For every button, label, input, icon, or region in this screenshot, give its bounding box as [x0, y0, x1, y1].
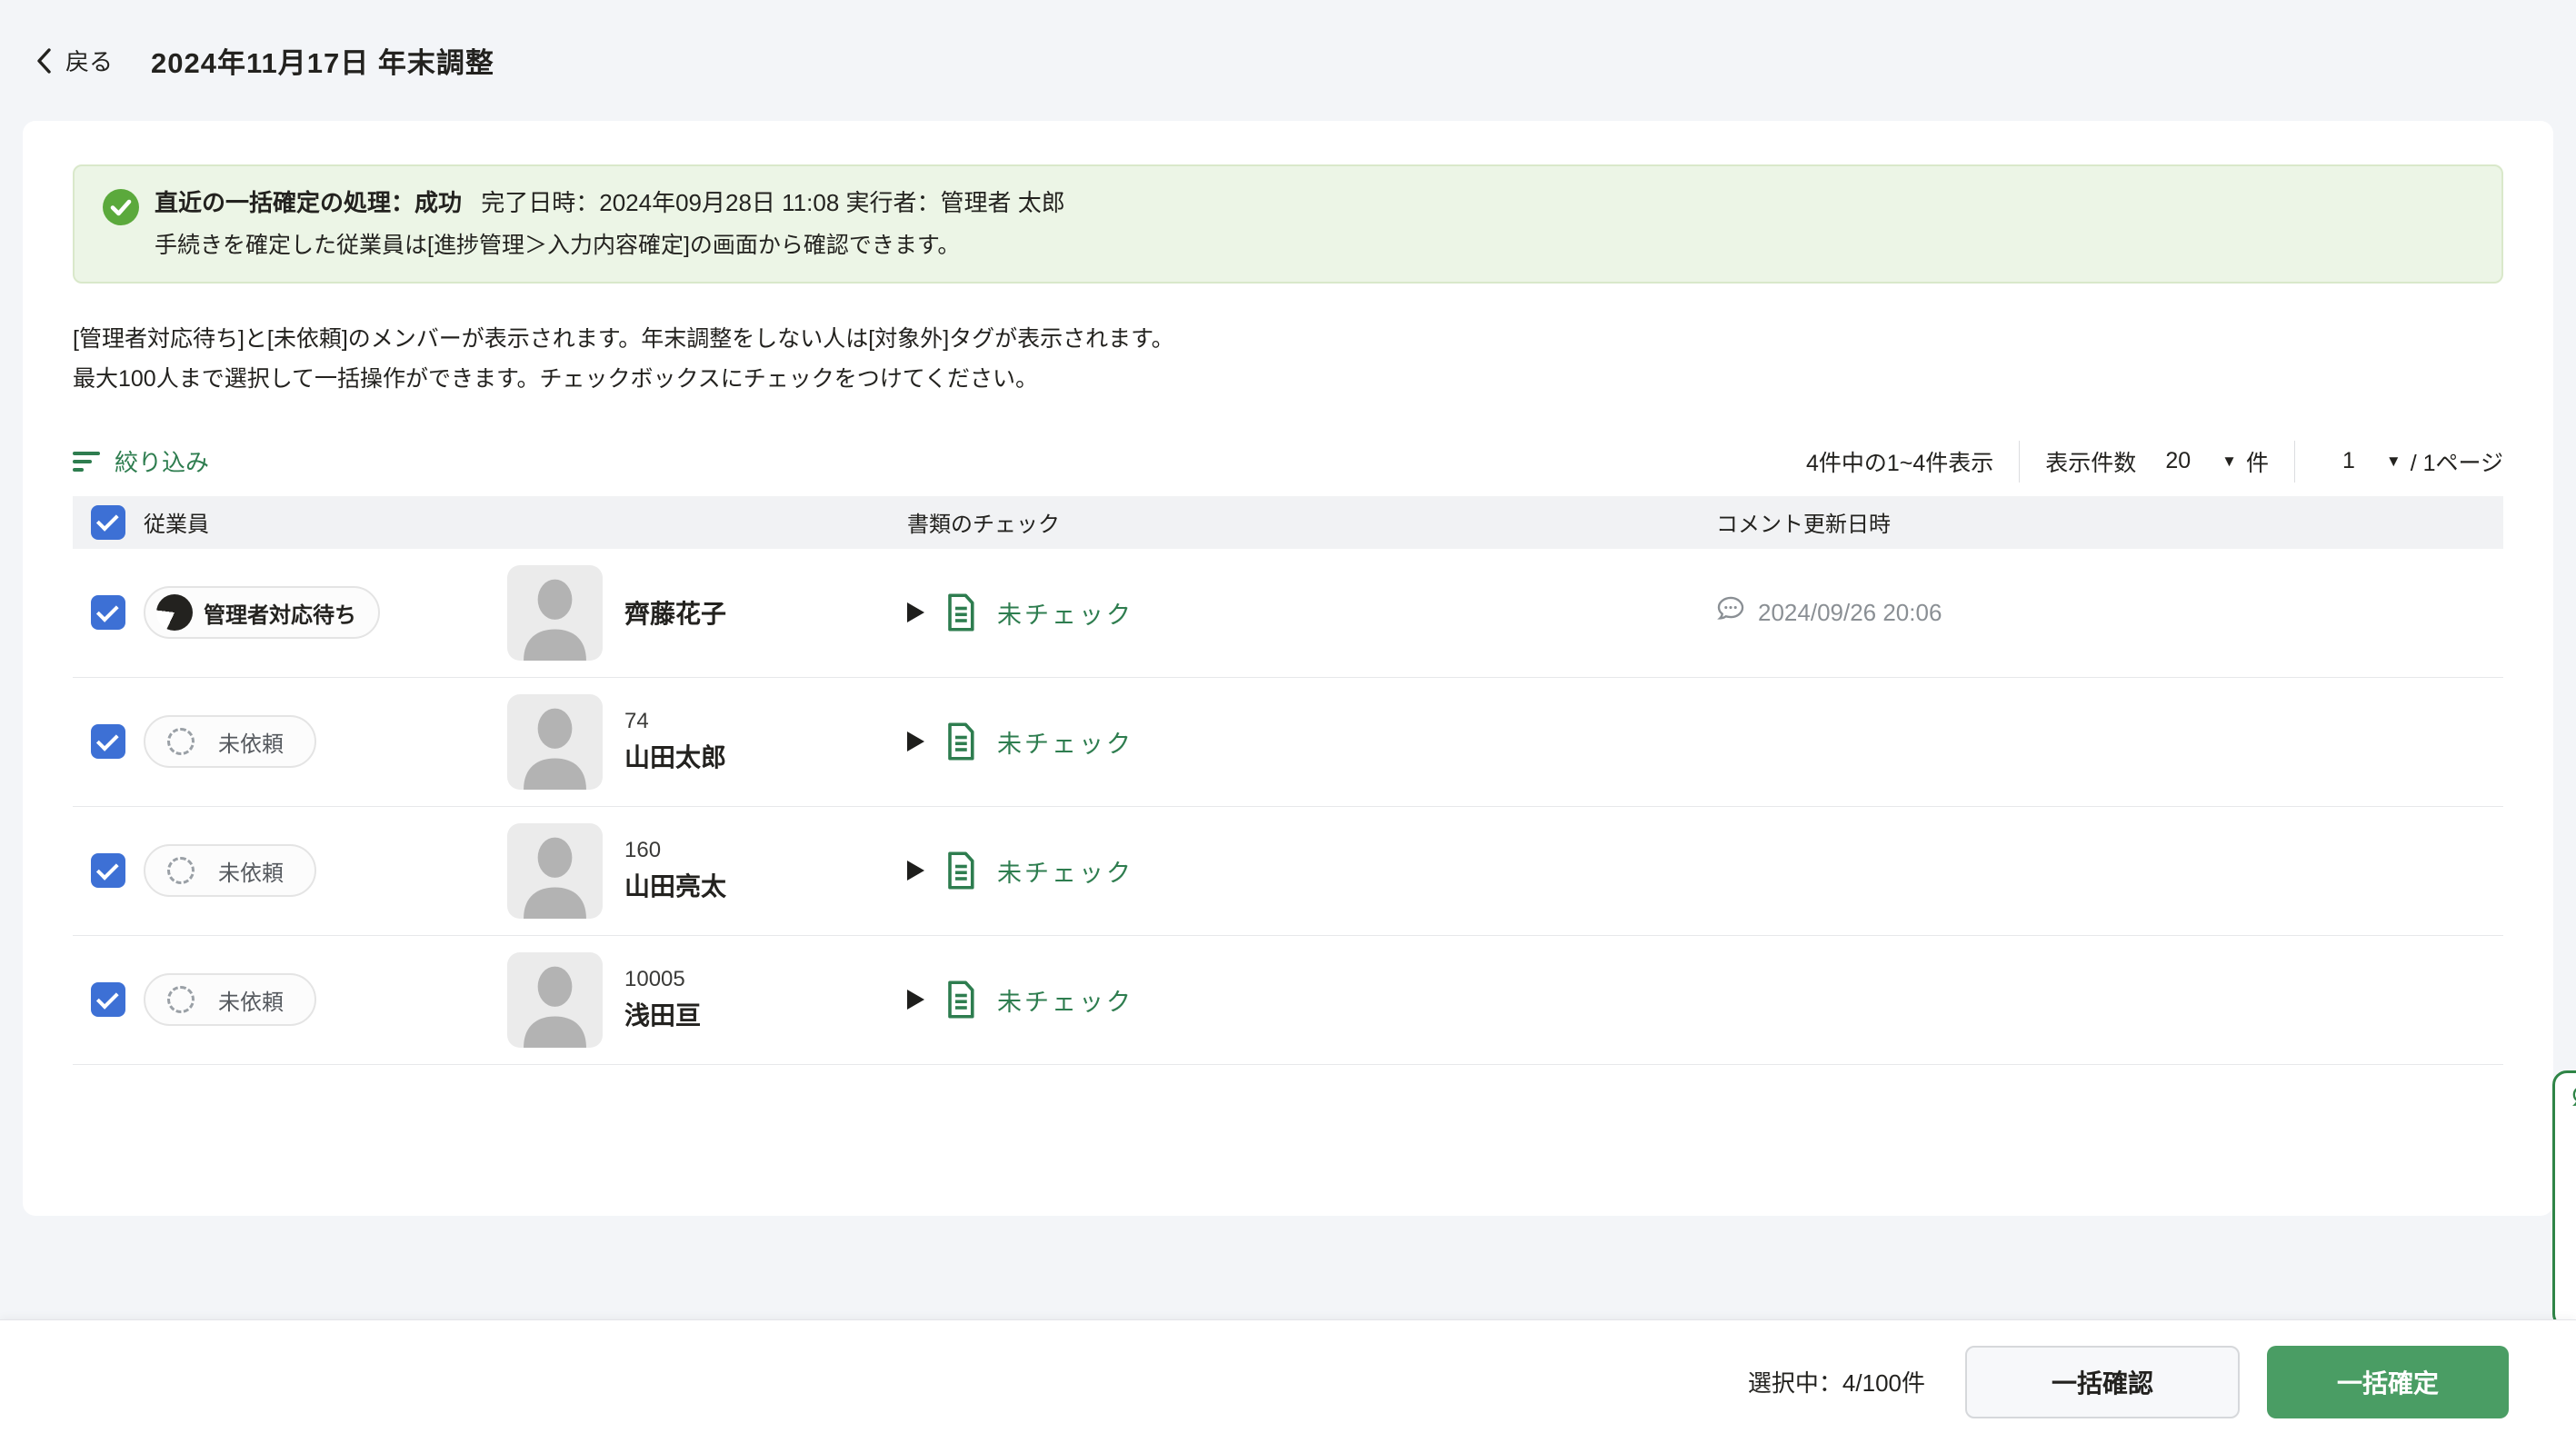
- notice-detail: 完了日時：2024年09月28日 11:08 実行者：管理者 太郎: [481, 189, 1065, 216]
- expand-arrow-icon[interactable]: [907, 861, 924, 881]
- status-tag: 管理者対応待ち: [144, 586, 380, 639]
- status-icon: [156, 594, 193, 631]
- employee-name: 齊藤花子: [624, 594, 726, 631]
- range-text: 4件中の1~4件表示: [1806, 445, 1993, 478]
- employee-number: 74: [624, 709, 726, 734]
- notice-line1: 直近の一括確定の処理：成功 完了日時：2024年09月28日 11:08 実行者…: [155, 186, 1065, 219]
- employee-name: 山田太郎: [624, 738, 726, 774]
- document-icon: [944, 593, 977, 632]
- avatar: [507, 823, 603, 919]
- description-line2: 最大100人まで選択して一括操作ができます。チェックボックスにチェックをつけてく…: [73, 360, 2503, 400]
- doc-status-link[interactable]: 未チェック: [997, 853, 1133, 889]
- bulk-finalize-button[interactable]: 一括確定: [2267, 1346, 2509, 1418]
- page-size-label: 表示件数: [2045, 445, 2136, 478]
- employee-number: 160: [624, 838, 726, 863]
- status-tag: 未依頼: [144, 973, 316, 1026]
- page-total: / 1ページ: [2411, 445, 2503, 478]
- doc-status-link[interactable]: 未チェック: [997, 724, 1133, 760]
- back-button[interactable]: 戻る: [35, 44, 113, 77]
- column-documents: 書類のチェック: [871, 506, 1662, 538]
- employee-table: 従業員 書類のチェック コメント更新日時 管理者対応待ち: [73, 496, 2503, 1065]
- notice-body: 手続きを確定した従業員は[進捗管理＞入力内容確定]の画面から確認できます。: [155, 230, 1065, 262]
- chevron-left-icon: [35, 46, 55, 75]
- status-label: 管理者対応待ち: [204, 597, 356, 629]
- chevron-down-icon: ▼: [2222, 453, 2237, 471]
- row-checkbox[interactable]: [91, 595, 125, 630]
- status-label: 未依頼: [218, 984, 284, 1016]
- back-label: 戻る: [65, 44, 113, 77]
- success-check-icon: [102, 188, 140, 233]
- status-icon: [167, 728, 195, 755]
- list-toolbar: 絞り込み 4件中の1~4件表示 表示件数 20 ▼ 件 1 ▼ / 1ページ: [73, 438, 2503, 485]
- description-line1: [管理者対応待ち]と[未依頼]のメンバーが表示されます。年末調整をしない人は[対…: [73, 320, 2503, 360]
- page-title: 2024年11月17日 年末調整: [151, 40, 494, 81]
- document-icon: [944, 980, 977, 1019]
- page-value: 1: [2342, 448, 2355, 474]
- avatar: [507, 952, 603, 1048]
- page-size-value: 20: [2165, 448, 2191, 474]
- divider: [2294, 441, 2295, 483]
- status-icon: [167, 986, 195, 1013]
- table-row: 未依頼 160 山田亮太: [73, 807, 2503, 936]
- chat-bubble-icon: [2571, 1084, 2576, 1116]
- page-description: [管理者対応待ち]と[未依頼]のメンバーが表示されます。年末調整をしない人は[対…: [73, 320, 2503, 400]
- document-icon: [944, 722, 977, 761]
- select-all-checkbox[interactable]: [91, 505, 125, 540]
- filter-label: 絞り込み: [115, 444, 209, 478]
- selected-count: 選択中：4/100件: [1748, 1365, 1925, 1398]
- row-checkbox[interactable]: [91, 982, 125, 1017]
- employee-name: 浅田亘: [624, 996, 701, 1032]
- status-tag: 未依頼: [144, 844, 316, 897]
- bulk-confirm-button[interactable]: 一括確認: [1965, 1346, 2240, 1418]
- top-bar: 戻る 2024年11月17日 年末調整: [0, 0, 2576, 121]
- table-body: 管理者対応待ち 齊藤花子: [73, 549, 2503, 1065]
- expand-arrow-icon[interactable]: [907, 731, 924, 751]
- page-select[interactable]: 1 ▼: [2321, 448, 2411, 474]
- main-card: 直近の一括確定の処理：成功 完了日時：2024年09月28日 11:08 実行者…: [23, 121, 2553, 1216]
- status-tag: 未依頼: [144, 715, 316, 768]
- doc-status-link[interactable]: 未チェック: [997, 595, 1133, 631]
- expand-arrow-icon[interactable]: [907, 990, 924, 1010]
- expand-arrow-icon[interactable]: [907, 602, 924, 622]
- comment-icon: [1716, 596, 1745, 630]
- avatar: [507, 565, 603, 661]
- column-comment: コメント更新日時: [1662, 506, 2503, 538]
- filter-icon: [73, 452, 102, 472]
- chevron-down-icon: ▼: [2386, 453, 2401, 471]
- table-header: 従業員 書類のチェック コメント更新日時: [73, 496, 2503, 549]
- bottom-action-bar: 選択中：4/100件 一括確認 一括確定: [0, 1319, 2576, 1443]
- divider: [2019, 441, 2020, 483]
- comment-updated-at: 2024/09/26 20:06: [1758, 599, 1942, 627]
- table-row: 管理者対応待ち 齊藤花子: [73, 549, 2503, 678]
- table-row: 未依頼 74 山田太郎: [73, 678, 2503, 807]
- page-size-unit: 件: [2246, 445, 2269, 478]
- filter-button[interactable]: 絞り込み: [73, 444, 209, 478]
- status-label: 未依頼: [218, 726, 284, 758]
- employee-number: 10005: [624, 967, 701, 992]
- status-icon: [167, 857, 195, 884]
- chat-support-tab[interactable]: チャットサポート: [2552, 1070, 2576, 1329]
- row-checkbox[interactable]: [91, 724, 125, 759]
- document-icon: [944, 851, 977, 890]
- success-notice: 直近の一括確定の処理：成功 完了日時：2024年09月28日 11:08 実行者…: [73, 164, 2503, 284]
- avatar: [507, 694, 603, 790]
- employee-name: 山田亮太: [624, 867, 726, 903]
- notice-title: 直近の一括確定の処理：成功: [155, 189, 462, 216]
- doc-status-link[interactable]: 未チェック: [997, 982, 1133, 1018]
- table-row: 未依頼 10005 浅田亘: [73, 936, 2503, 1065]
- row-checkbox[interactable]: [91, 853, 125, 888]
- page-size-select[interactable]: 20 ▼: [2143, 448, 2246, 474]
- column-employee: 従業員: [144, 506, 871, 538]
- status-label: 未依頼: [218, 855, 284, 887]
- pagination-controls: 4件中の1~4件表示 表示件数 20 ▼ 件 1 ▼ / 1ページ: [1806, 441, 2503, 483]
